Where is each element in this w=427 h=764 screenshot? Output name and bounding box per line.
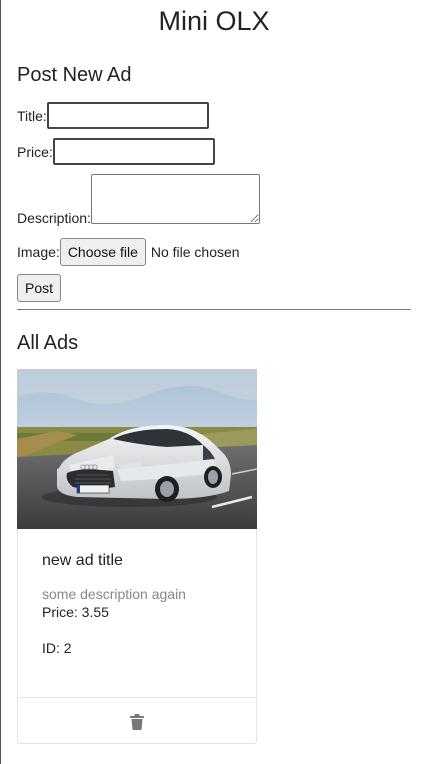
title-row: Title: [17,102,209,129]
ad-card: new ad title some description again Pric… [17,369,257,744]
price-input[interactable] [52,138,215,165]
ad-title: new ad title [42,552,123,569]
app-title: Mini OLX [158,6,270,36]
ad-description: some description again [42,586,186,602]
description-label: Description: [17,210,91,226]
title-input[interactable] [46,102,209,129]
ad-image [17,369,257,529]
post-ad-heading: Post New Ad [17,64,132,86]
image-label: Image: [17,244,60,260]
ad-card-body: new ad title some description again Pric… [42,552,242,656]
ad-card-footer [18,697,256,745]
title-label: Title: [17,108,47,124]
description-textarea[interactable] [90,174,260,224]
ad-id: ID: 2 [42,640,72,656]
choose-file-button[interactable]: Choose file [59,238,146,266]
all-ads-heading: All Ads [17,332,79,354]
description-row: Description: [17,174,260,226]
file-status-text: No file chosen [150,244,240,260]
price-label: Price: [17,144,53,160]
trash-icon[interactable] [130,713,144,730]
ad-price: Price: 3.55 [42,604,109,620]
price-row: Price: [17,138,215,165]
image-row: Image: Choose file No file chosen [17,238,240,266]
section-divider [17,309,411,310]
post-button[interactable]: Post [17,274,62,302]
window-left-edge [0,0,1,764]
car-photo [17,369,257,529]
